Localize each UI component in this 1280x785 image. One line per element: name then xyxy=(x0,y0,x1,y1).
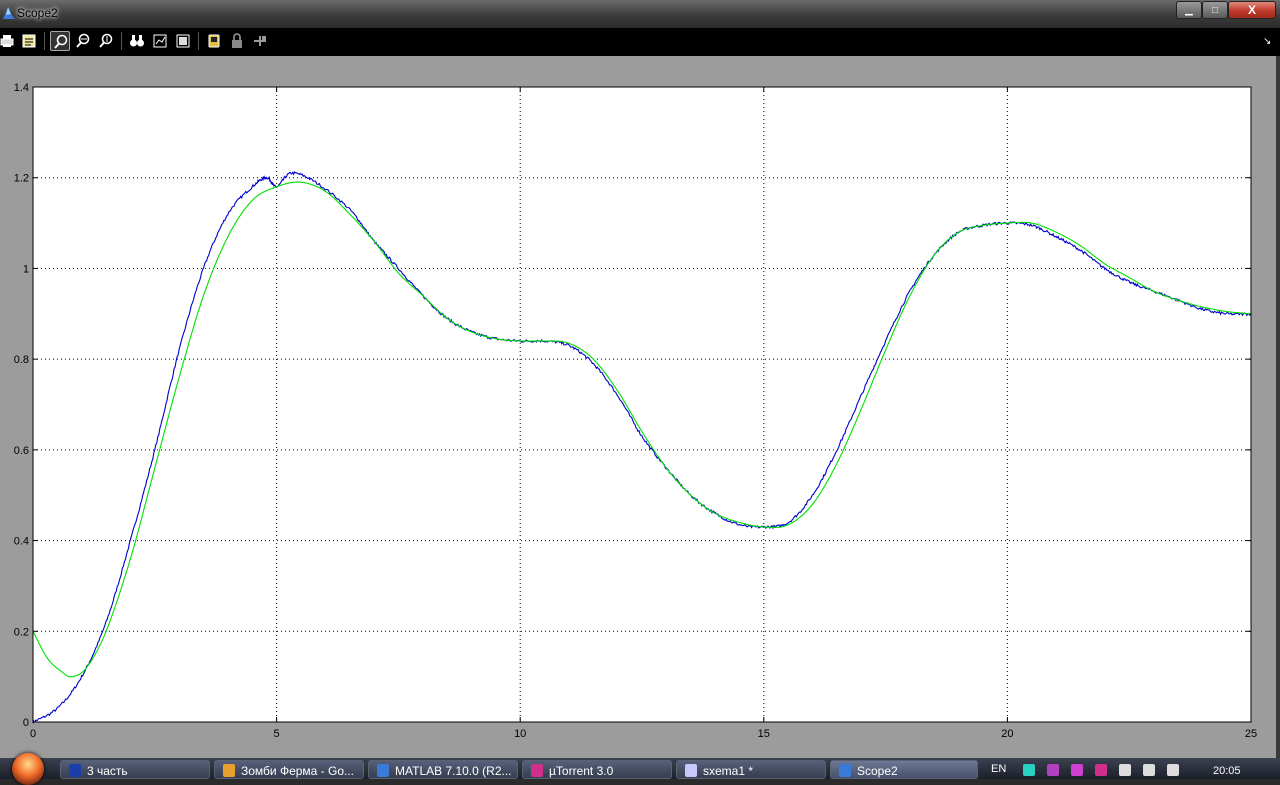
plot-axes-background xyxy=(33,87,1251,722)
clock[interactable]: 20:05 xyxy=(1213,765,1241,777)
print-button[interactable] xyxy=(0,31,17,51)
taskbar-app-icon xyxy=(531,764,543,777)
x-tick-label: 0 xyxy=(30,728,36,740)
x-tick-label: 10 xyxy=(514,728,526,740)
y-tick-label: 0.4 xyxy=(14,536,29,548)
power-tray-icon[interactable] xyxy=(1119,764,1131,776)
zoom-x-icon xyxy=(76,33,90,48)
window-title: Scope2 xyxy=(17,6,58,20)
taskbar-item-label: Scope2 xyxy=(857,764,898,778)
window-title-bar[interactable]: Scope2 ▁ □ X xyxy=(0,0,1280,28)
signal-tray-icon[interactable] xyxy=(1143,764,1155,776)
print-icon xyxy=(0,35,14,47)
taskbar-item[interactable]: 3 часть xyxy=(60,760,210,779)
volume-tray-icon[interactable] xyxy=(1167,764,1179,776)
floating-scope-button[interactable] xyxy=(204,31,224,51)
y-tick-label: 0.6 xyxy=(14,445,29,457)
zoom-icon xyxy=(54,34,68,49)
toolbar-separator xyxy=(121,32,122,50)
maximize-button[interactable]: □ xyxy=(1202,1,1228,19)
taskbar-item-label: sxema1 * xyxy=(703,764,754,778)
zoom-x-button[interactable] xyxy=(73,31,93,51)
pen-tray-icon[interactable] xyxy=(1071,764,1083,776)
y-tick-label: 1 xyxy=(23,263,29,275)
y-tick-label: 0.2 xyxy=(14,626,29,638)
lock-button[interactable] xyxy=(227,31,247,51)
network-monitor-icon[interactable] xyxy=(1023,764,1035,776)
taskbar-item[interactable]: Scope2 xyxy=(830,760,978,779)
taskbar-app-icon xyxy=(223,764,235,777)
autoscale-button[interactable] xyxy=(127,31,147,51)
parameters-icon xyxy=(22,34,36,48)
signal-selection-button[interactable] xyxy=(250,31,270,51)
zoom-y-button[interactable] xyxy=(96,31,116,51)
x-tick-label: 20 xyxy=(1001,728,1013,740)
zoom-y-icon xyxy=(99,33,113,48)
minimize-button[interactable]: ▁ xyxy=(1176,1,1202,19)
taskbar-item[interactable]: Зомби Ферма - Go... xyxy=(214,760,364,779)
y-tick-label: 1.4 xyxy=(14,82,29,94)
utorrent-tray-icon[interactable] xyxy=(1095,764,1107,776)
taskbar-item[interactable]: µTorrent 3.0 xyxy=(522,760,672,779)
scope-plot[interactable]: 0 5 10 15 20 25 0 0.2 0.4 0.6 0.8 1 1.2 1.4 xyxy=(0,56,1276,758)
taskbar-item-label: Зомби Ферма - Go... xyxy=(241,764,355,778)
x-tick-label: 15 xyxy=(758,728,770,740)
y-tick-label: 1.2 xyxy=(14,173,29,185)
toolbar-separator xyxy=(198,32,199,50)
x-tick-label: 5 xyxy=(274,728,280,740)
toolbar-overflow-icon[interactable]: ↘ xyxy=(1263,36,1271,47)
language-indicator[interactable]: EN xyxy=(991,763,1006,775)
window-right-border xyxy=(1276,56,1280,758)
x-tick-label: 25 xyxy=(1245,728,1257,740)
save-axes-icon xyxy=(153,34,167,48)
taskbar-app-icon xyxy=(69,764,81,777)
taskbar-item-label: MATLAB 7.10.0 (R2... xyxy=(395,764,512,778)
taskbar-app-icon xyxy=(839,764,851,777)
scope-toolbar xyxy=(0,28,1280,56)
signal-selection-icon xyxy=(254,36,266,46)
taskbar-app-icon xyxy=(377,764,389,777)
taskbar-item[interactable]: MATLAB 7.10.0 (R2... xyxy=(368,760,518,779)
toolbar-separator xyxy=(44,32,45,50)
restore-axes-button[interactable] xyxy=(173,31,193,51)
taskbar-app-icon xyxy=(685,764,697,777)
lock-icon xyxy=(232,33,242,48)
zoom-button[interactable] xyxy=(50,31,70,51)
taskbar-item[interactable]: sxema1 * xyxy=(676,760,826,779)
start-button[interactable] xyxy=(12,753,44,785)
y-tick-label: 0 xyxy=(23,717,29,729)
floating-scope-icon xyxy=(208,34,220,48)
taskbar-item-label: µTorrent 3.0 xyxy=(549,764,614,778)
parameters-button[interactable] xyxy=(19,31,39,51)
y-tick-label: 0.8 xyxy=(14,354,29,366)
close-button[interactable]: X xyxy=(1228,1,1276,19)
autoscale-icon xyxy=(130,35,144,47)
tool-tray-icon[interactable] xyxy=(1047,764,1059,776)
save-axes-button[interactable] xyxy=(150,31,170,51)
taskbar-item-label: 3 часть xyxy=(87,764,128,778)
simulink-scope-icon xyxy=(3,7,15,19)
restore-axes-icon xyxy=(176,34,190,48)
